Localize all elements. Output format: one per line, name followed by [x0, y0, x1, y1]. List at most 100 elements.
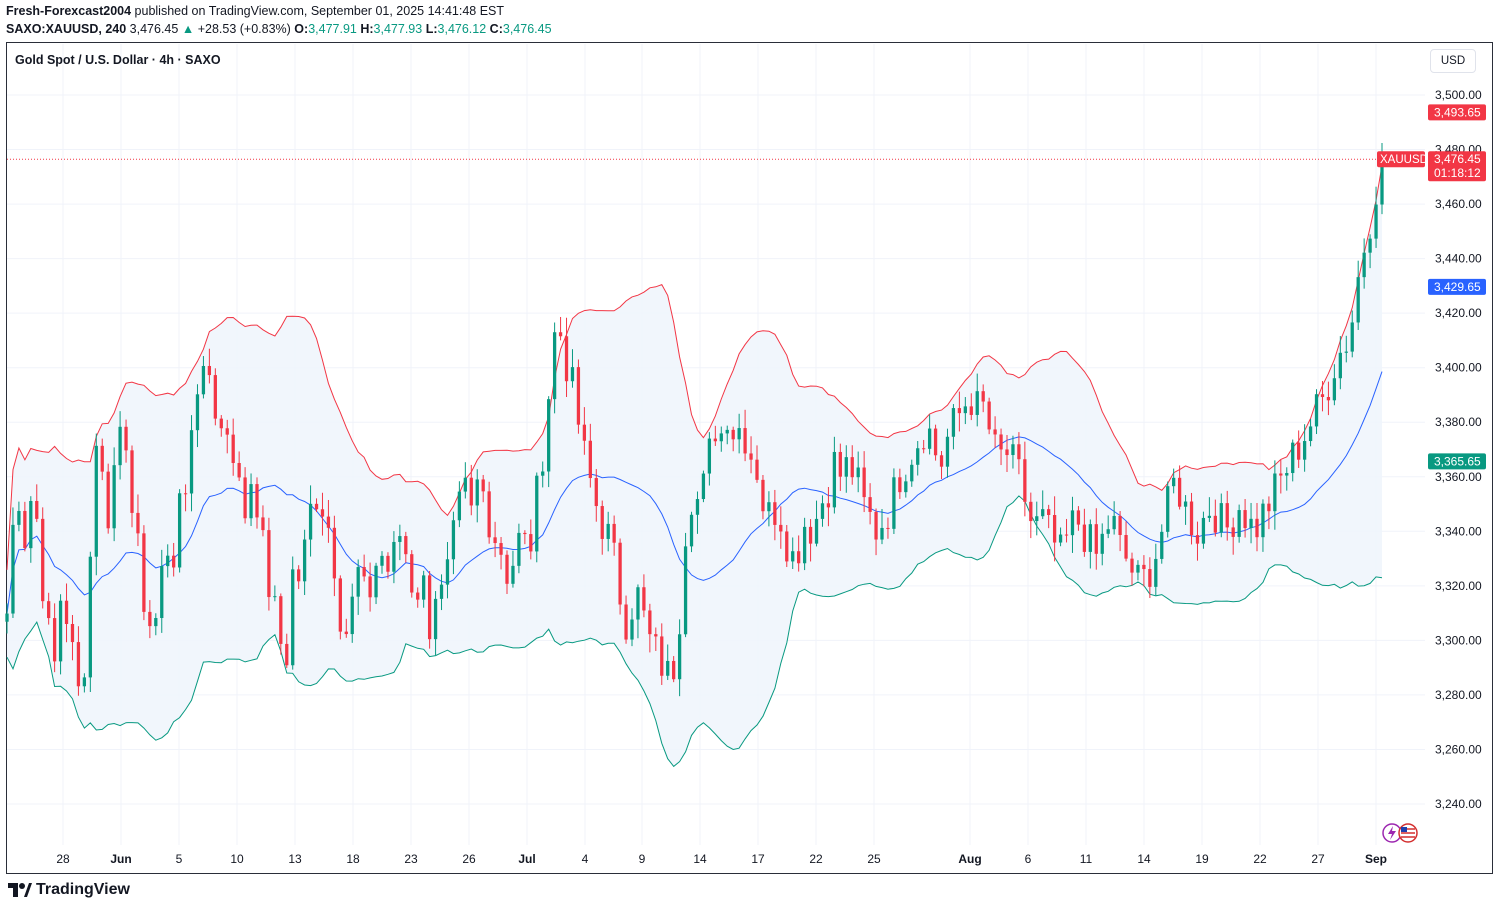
- candle: [761, 479, 765, 512]
- candle: [410, 554, 414, 593]
- candle: [737, 428, 741, 440]
- candle: [29, 500, 33, 549]
- candle: [904, 481, 908, 493]
- x-tick-label: 13: [288, 852, 302, 866]
- candle: [660, 636, 664, 676]
- candle: [1023, 459, 1027, 502]
- candle: [82, 677, 87, 687]
- x-tick-label: 4: [582, 852, 589, 866]
- x-tick-label: 5: [176, 852, 183, 866]
- candle: [469, 477, 473, 506]
- candle: [1166, 486, 1170, 532]
- candle: [112, 465, 116, 529]
- candle: [255, 484, 259, 518]
- countdown-label: 01:18:12: [1434, 166, 1481, 180]
- candle: [475, 479, 479, 506]
- lower-band-price-label: 3,365.65: [1434, 454, 1481, 468]
- candle: [207, 365, 212, 376]
- candle: [594, 478, 598, 507]
- candle: [499, 543, 503, 555]
- candle: [1094, 524, 1098, 554]
- candle: [1047, 509, 1051, 516]
- candle: [368, 576, 372, 598]
- candle: [142, 533, 146, 612]
- candle: [1249, 518, 1253, 529]
- candle: [922, 448, 926, 450]
- candle: [910, 464, 914, 482]
- candle: [148, 611, 152, 627]
- candle: [749, 453, 753, 460]
- candle: [23, 510, 27, 549]
- candle: [1172, 477, 1176, 487]
- candle: [564, 336, 569, 382]
- candle: [636, 587, 640, 620]
- candle: [17, 510, 21, 525]
- x-tick-label: 14: [693, 852, 707, 866]
- candle: [1201, 517, 1206, 544]
- candle: [957, 408, 962, 414]
- candle: [987, 401, 991, 430]
- candle: [1255, 518, 1259, 538]
- tradingview-footer[interactable]: TradingView: [8, 881, 130, 899]
- candle: [172, 555, 176, 568]
- candle: [826, 503, 831, 508]
- candle: [439, 584, 444, 599]
- candle: [1291, 442, 1295, 474]
- candle: [1368, 238, 1372, 253]
- candle: [1189, 501, 1194, 536]
- candle: [844, 457, 848, 477]
- chart-canvas[interactable]: 3,500.003,480.003,460.003,440.003,420.00…: [0, 0, 1499, 911]
- x-tick-label: 22: [809, 852, 823, 866]
- candle: [422, 575, 426, 600]
- candle: [701, 473, 706, 500]
- candle: [1058, 534, 1063, 543]
- candle: [267, 530, 271, 598]
- candle: [5, 613, 9, 622]
- y-tick-label: 3,500.00: [1435, 88, 1482, 102]
- candle: [1029, 501, 1033, 522]
- candle: [350, 596, 354, 635]
- candle: [672, 660, 676, 680]
- candle: [642, 587, 646, 611]
- candle: [755, 459, 759, 480]
- candle: [838, 451, 842, 477]
- candle: [808, 526, 813, 544]
- candle: [1237, 510, 1241, 537]
- y-tick-label: 3,440.00: [1435, 252, 1482, 266]
- candle: [1011, 444, 1015, 456]
- candle: [993, 429, 997, 435]
- candle: [1124, 535, 1128, 559]
- x-tick-label: 25: [867, 852, 881, 866]
- candle: [118, 426, 122, 466]
- candle: [1088, 524, 1092, 552]
- candle: [1041, 509, 1045, 517]
- candle: [517, 532, 521, 566]
- x-tick-label: 18: [346, 852, 360, 866]
- candle: [1302, 441, 1307, 460]
- candle: [999, 434, 1003, 450]
- candle: [1243, 510, 1247, 529]
- candle: [380, 555, 384, 566]
- x-tick-label: Jun: [110, 852, 131, 866]
- candle: [160, 566, 164, 619]
- x-tick-label: Jul: [518, 852, 535, 866]
- tradingview-logo-icon: [8, 883, 32, 897]
- candle: [981, 391, 985, 402]
- candle: [1052, 515, 1057, 543]
- candle: [588, 440, 592, 479]
- candle: [862, 467, 866, 498]
- candle: [975, 391, 979, 415]
- candle: [58, 600, 63, 662]
- candle: [362, 567, 366, 577]
- candle: [41, 518, 45, 602]
- x-tick-label: Aug: [958, 852, 981, 866]
- candle: [1207, 515, 1212, 518]
- candle: [463, 477, 467, 492]
- candle: [695, 499, 700, 515]
- candle: [683, 546, 688, 635]
- currency-button[interactable]: USD: [1430, 49, 1476, 73]
- candle: [344, 631, 348, 635]
- candle: [529, 534, 533, 552]
- candle: [493, 537, 497, 544]
- candle: [273, 596, 277, 598]
